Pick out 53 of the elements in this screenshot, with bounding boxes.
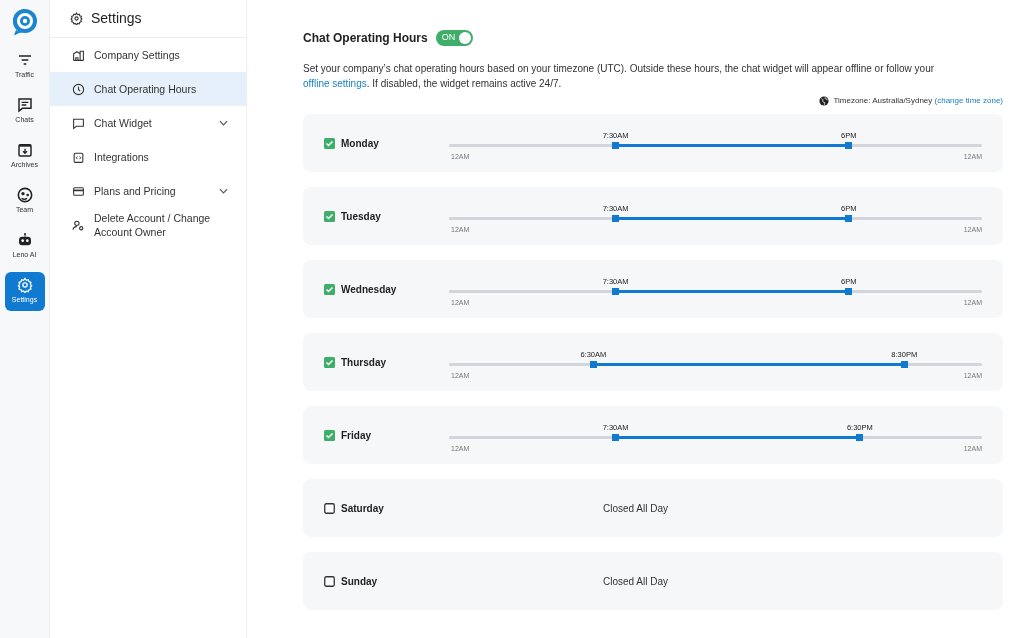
closed-text: Closed All Day (603, 574, 668, 589)
sidebar-item[interactable]: Plans and Pricing (50, 174, 246, 208)
chat-icon (72, 116, 85, 130)
code-icon (72, 150, 85, 164)
checkbox[interactable] (324, 575, 335, 587)
description-text: Set your company’s chat operating hours based on your timezone (UTC). Outside these hours, the chat widget will appear offline or follow your offline settings. If disabled, the widget remains active 24/7. (303, 62, 936, 91)
page-title: Chat Operating Hours (303, 30, 428, 47)
checkbox[interactable] (324, 429, 335, 441)
timezone-text: Timezone: Australia/Sydney (change time zone) (833, 95, 1003, 107)
checkbox[interactable] (324, 283, 335, 295)
slider-handle[interactable] (845, 288, 853, 295)
sidebar-item[interactable]: Chat Widget (50, 106, 246, 140)
checkbox[interactable] (324, 356, 335, 368)
chevron-down-icon (219, 188, 228, 194)
day-name: Monday (341, 136, 379, 151)
chevron-down-icon (219, 120, 228, 126)
slider-handle[interactable] (612, 434, 620, 441)
sidebar-item[interactable]: Chat Operating Hours (50, 72, 246, 106)
day-name: Tuesday (341, 209, 381, 224)
sidebar-item[interactable]: Delete Account / Change Account Owner (50, 208, 246, 242)
settings-icon (70, 12, 83, 25)
day-name: Wednesday (341, 282, 397, 297)
change-time-zone-link[interactable]: (change time zone) (934, 96, 1003, 105)
slider-handle[interactable] (845, 215, 853, 222)
checkbox[interactable] (324, 137, 335, 149)
building-icon (72, 48, 85, 62)
globe-icon (819, 96, 830, 106)
clock-icon (72, 82, 85, 96)
slider-handle[interactable] (612, 215, 620, 222)
checkbox[interactable] (324, 210, 335, 222)
slider-handle[interactable] (589, 361, 597, 368)
slider-handle[interactable] (900, 361, 908, 368)
checkbox[interactable] (324, 502, 335, 514)
closed-text: Closed All Day (603, 501, 668, 516)
day-name: Thursday (341, 355, 386, 370)
offline-settings-link[interactable]: offline settings (303, 78, 367, 89)
settings-icon (16, 277, 33, 294)
user-gear-icon (72, 218, 85, 232)
sidebar-item[interactable]: Company Settings (50, 38, 246, 72)
day-name: Saturday (341, 501, 384, 516)
day-name: Friday (341, 428, 371, 443)
archive-icon (16, 142, 33, 159)
slider-handle[interactable] (856, 434, 864, 441)
logo-icon (11, 8, 38, 35)
slider-handle[interactable] (612, 288, 620, 295)
sidebar-title: Settings (91, 9, 142, 28)
day-name: Sunday (341, 574, 378, 589)
chat-icon (16, 97, 33, 114)
slider-handle[interactable] (612, 142, 620, 149)
slider-handle[interactable] (845, 142, 853, 149)
card-icon (72, 184, 85, 198)
sidebar-item[interactable]: Integrations (50, 140, 246, 174)
smiley-icon (16, 187, 33, 204)
